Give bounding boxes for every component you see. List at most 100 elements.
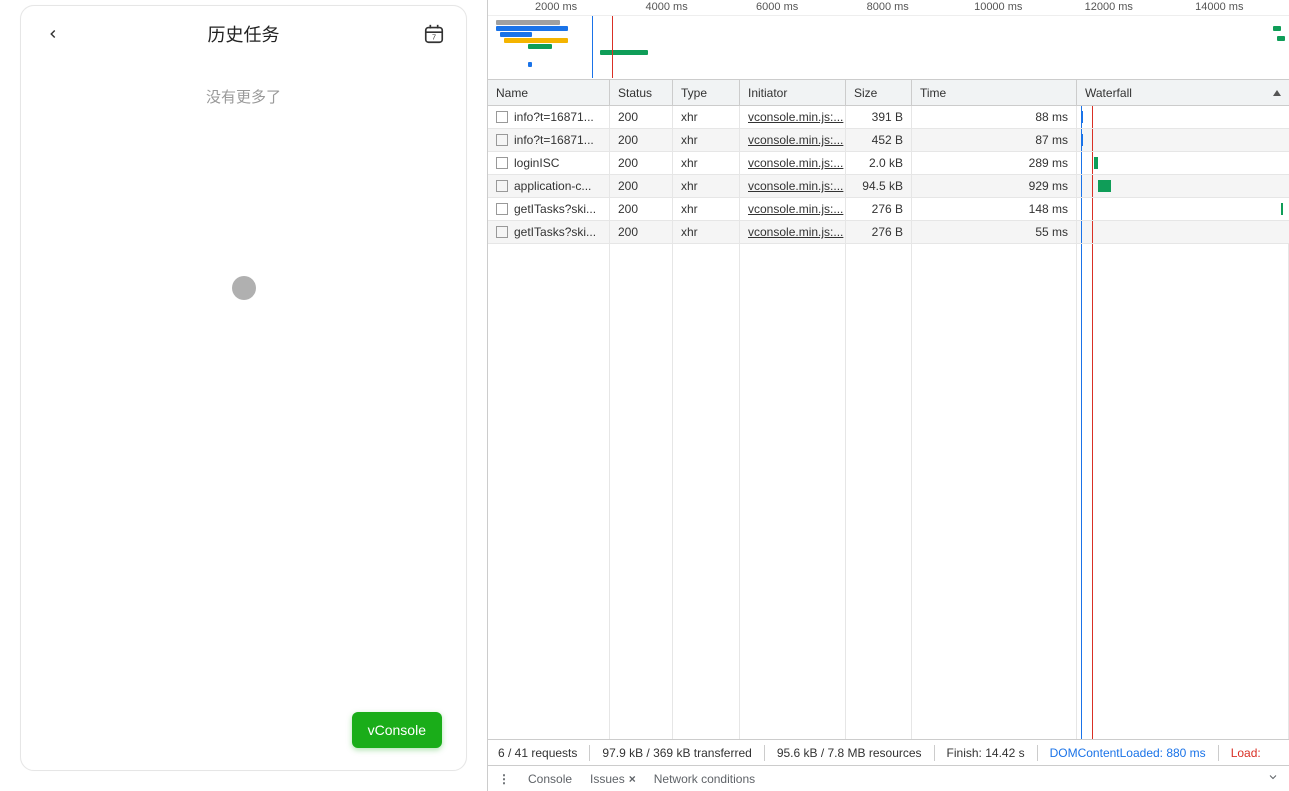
status-transferred: 97.9 kB / 369 kB transferred [590,745,764,761]
cell-time: 55 ms [912,221,1077,243]
initiator-link[interactable]: vconsole.min.js:... [748,156,843,170]
column-header-waterfall[interactable]: Waterfall [1077,80,1289,105]
drawer-tab-network-conditions[interactable]: Network conditions [654,772,755,786]
overview-tick: 12000 ms [1085,1,1133,13]
cell-type: xhr [673,221,740,243]
overview-timeline-ticks: 2000 ms 4000 ms 6000 ms 8000 ms 10000 ms… [488,0,1289,16]
cell-type: xhr [673,175,740,197]
overview-tick: 10000 ms [974,1,1022,13]
loading-spinner [232,276,256,300]
row-checkbox[interactable] [496,111,508,123]
column-header-status[interactable]: Status [610,80,673,105]
cell-initiator: vconsole.min.js:... [740,221,846,243]
table-row[interactable]: getITasks?ski...200xhrvconsole.min.js:..… [488,198,1289,221]
status-requests: 6 / 41 requests [498,745,590,761]
mobile-preview-pane: 历史任务 7 没有更多了 vConsole [0,0,487,791]
overview-tick: 4000 ms [646,1,688,13]
close-icon[interactable]: × [629,772,636,786]
cell-size: 276 B [846,221,912,243]
network-table-body[interactable]: info?t=16871...200xhrvconsole.min.js:...… [488,106,1289,739]
svg-text:7: 7 [432,33,436,42]
status-resources: 95.6 kB / 7.8 MB resources [765,745,935,761]
app-header: 历史任务 7 [21,6,466,58]
cell-initiator: vconsole.min.js:... [740,106,846,128]
cell-waterfall [1077,198,1289,220]
cell-initiator: vconsole.min.js:... [740,198,846,220]
row-checkbox[interactable] [496,226,508,238]
cell-size: 2.0 kB [846,152,912,174]
overview-bars [488,16,1289,78]
initiator-link[interactable]: vconsole.min.js:... [748,202,843,216]
cell-status: 200 [610,152,673,174]
cell-size: 452 B [846,129,912,151]
cell-initiator: vconsole.min.js:... [740,175,846,197]
cell-time: 87 ms [912,129,1077,151]
drawer-tab-console[interactable]: Console [528,772,572,786]
column-header-size[interactable]: Size [846,80,912,105]
devtools-network-panel: 2000 ms 4000 ms 6000 ms 8000 ms 10000 ms… [487,0,1289,791]
cell-time: 88 ms [912,106,1077,128]
initiator-link[interactable]: vconsole.min.js:... [748,179,843,193]
cell-name: loginISC [488,152,610,174]
network-status-bar: 6 / 41 requests 97.9 kB / 369 kB transfe… [488,739,1289,765]
network-overview[interactable]: 2000 ms 4000 ms 6000 ms 8000 ms 10000 ms… [488,0,1289,80]
mobile-frame: 历史任务 7 没有更多了 vConsole [20,5,467,771]
table-row[interactable]: info?t=16871...200xhrvconsole.min.js:...… [488,129,1289,152]
drawer-menu-icon[interactable]: ⋮ [498,772,510,786]
table-row[interactable]: loginISC200xhr vconsole.min.js:...2.0 kB2… [488,152,1289,175]
cell-time: 929 ms [912,175,1077,197]
initiator-link[interactable]: vconsole.min.js:... [748,225,843,239]
cell-status: 200 [610,221,673,243]
cell-type: xhr [673,106,740,128]
empty-state-text: 没有更多了 [21,86,466,107]
cell-status: 200 [610,175,673,197]
calendar-icon: 7 [423,23,445,45]
cell-size: 391 B [846,106,912,128]
cell-waterfall [1077,106,1289,128]
cell-name: getITasks?ski... [488,221,610,243]
cell-status: 200 [610,106,673,128]
sort-indicator-icon [1273,90,1281,96]
row-checkbox[interactable] [496,134,508,146]
status-load: Load: [1219,745,1273,761]
column-header-name[interactable]: Name [488,80,610,105]
initiator-link[interactable]: vconsole.min.js:... [748,110,843,124]
cell-name: application-c... [488,175,610,197]
chevron-left-icon [46,27,60,41]
table-row[interactable]: application-c...200xhr vconsole.min.js:..… [488,175,1289,198]
cell-type: xhr [673,152,740,174]
overview-tick: 8000 ms [867,1,909,13]
cell-status: 200 [610,129,673,151]
cell-type: xhr [673,129,740,151]
row-checkbox[interactable] [496,203,508,215]
row-checkbox[interactable] [496,157,508,169]
initiator-link[interactable]: vconsole.min.js:... [748,133,843,147]
cell-size: 94.5 kB [846,175,912,197]
table-row[interactable]: getITasks?ski...200xhr vconsole.min.js:..… [488,221,1289,244]
cell-time: 289 ms [912,152,1077,174]
row-checkbox[interactable] [496,180,508,192]
cell-waterfall [1077,129,1289,151]
overview-tick: 14000 ms [1195,1,1243,13]
overview-tick: 6000 ms [756,1,798,13]
column-header-time[interactable]: Time [912,80,1077,105]
network-table-header: Name Status Type Initiator Size Time Wat… [488,80,1289,106]
status-finish: Finish: 14.42 s [935,745,1038,761]
drawer-tab-issues[interactable]: Issues × [590,772,636,786]
overview-tick: 2000 ms [535,1,577,13]
table-row[interactable]: info?t=16871...200xhrvconsole.min.js:...… [488,106,1289,129]
status-domcontentloaded: DOMContentLoaded: 880 ms [1038,745,1219,761]
drawer-collapse-icon[interactable] [1267,771,1279,786]
cell-status: 200 [610,198,673,220]
back-button[interactable] [39,20,67,48]
vconsole-button[interactable]: vConsole [352,712,442,748]
cell-time: 148 ms [912,198,1077,220]
devtools-drawer-tabs: ⋮ Console Issues × Network conditions [488,765,1289,791]
cell-waterfall [1077,152,1289,174]
cell-type: xhr [673,198,740,220]
calendar-button[interactable]: 7 [420,20,448,48]
cell-waterfall [1077,175,1289,197]
page-title: 历史任务 [208,21,280,47]
column-header-type[interactable]: Type [673,80,740,105]
column-header-initiator[interactable]: Initiator [740,80,846,105]
